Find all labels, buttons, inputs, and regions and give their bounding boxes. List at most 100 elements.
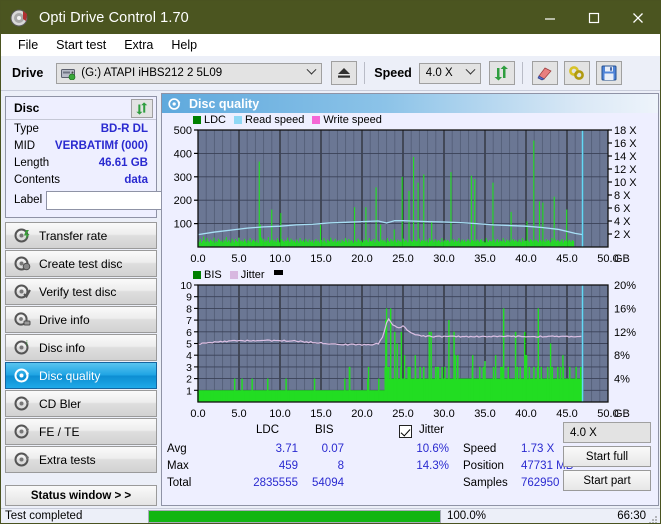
disc-contents-key: Contents [14,173,61,186]
disc-refresh-button[interactable] [131,98,153,118]
disc-test-icon [14,227,31,244]
sidebar-nav: Transfer rate Create test disc Verify te… [5,222,157,474]
bis-total-value: 54094 [312,477,344,489]
svg-text:20.0: 20.0 [351,408,372,420]
legend-swatch-jitter [229,271,238,279]
progress-bar [148,509,441,523]
sidebar-item-label: Extra tests [39,452,96,467]
sidebar-item-disc-quality[interactable]: Disc quality [5,362,157,389]
speed-stat-label: Speed [463,443,497,455]
svg-text:6 X: 6 X [614,203,631,215]
speed-select[interactable]: 4.0 X [418,62,481,84]
start-full-button[interactable]: Start full [563,446,651,467]
svg-text:3: 3 [186,362,192,374]
sidebar-item-verify-test-disc[interactable]: Verify test disc [5,278,157,305]
statistics-area: LDC BIS Avg Max Total 3.71 459 2835555 0… [163,422,657,491]
ldc-total-value: 2835555 [253,477,298,489]
sidebar-item-create-test-disc[interactable]: Create test disc [5,250,157,277]
progress-percent: 100.0% [447,510,487,522]
speed-label: Speed [374,66,412,80]
disc-panel-header: Disc [6,97,156,120]
window-title: Opti Drive Control 1.70 [39,9,189,26]
sidebar-item-label: FE / TE [39,424,80,439]
panel-title: Disc quality [189,96,260,111]
sidebar-item-extra-tests[interactable]: Extra tests [5,446,157,473]
disc-test-icon [14,283,31,300]
disc-test-icon [14,255,31,272]
disc-quality-panel: Disc quality LDC Read speed Write speed … [161,93,659,506]
legend-swatch-read-speed [234,116,243,124]
ldc-chart[interactable]: LDC Read speed Write speed 100 200 300 400 5… [162,113,658,268]
disc-row-contents: Contents data [6,171,156,188]
sidebar-item-cd-bler[interactable]: CD Bler [5,390,157,417]
legend-label-write-speed: Write speed [323,114,382,126]
position-stat-label: Position [463,460,504,472]
minimize-button[interactable] [528,1,572,34]
disc-type-value: BD-R DL [100,122,148,135]
resize-grip[interactable] [648,512,658,523]
sidebar-item-drive-info[interactable]: Drive info [5,306,157,333]
svg-text:2: 2 [186,374,192,386]
svg-text:400: 400 [174,148,192,160]
status-window-button[interactable]: Status window > > [5,485,157,506]
svg-text:500: 500 [174,125,192,137]
disc-test-icon [14,423,31,440]
test-speed-select[interactable]: 4.0 X [563,422,651,443]
menu-file[interactable]: File [9,36,47,54]
svg-text:10 X: 10 X [614,177,637,189]
menu-help[interactable]: Help [162,36,206,54]
menu-extra[interactable]: Extra [115,36,162,54]
title-bar: Opti Drive Control 1.70 [1,1,660,34]
erase-button[interactable] [531,61,558,85]
disc-test-icon [14,395,31,412]
status-bar: Test completed 100.0% 66:30 [1,508,660,523]
svg-text:15.0: 15.0 [310,253,331,265]
eject-button[interactable] [331,61,358,85]
sidebar-item-disc-info[interactable]: i Disc info [5,334,157,361]
disc-mid-key: MID [14,139,36,152]
svg-text:2 X: 2 X [614,229,631,241]
disc-test-icon: i [14,339,31,356]
jitter-checkbox[interactable] [399,425,412,438]
refresh-button[interactable] [488,61,515,85]
app-window: Opti Drive Control 1.70 File Start test … [0,0,661,524]
disc-mid-value: VERBATIMf (000) [54,139,148,152]
bis-max-value: 8 [337,460,344,472]
disc-row-mid: MID VERBATIMf (000) [6,137,156,154]
sidebar-item-label: Disc quality [39,368,101,383]
disc-length-key: Length [14,156,50,169]
svg-text:8: 8 [186,303,192,315]
svg-text:5: 5 [186,339,192,351]
sidebar-item-transfer-rate[interactable]: Transfer rate [5,222,157,249]
sidebar-item-label: Verify test disc [39,284,117,299]
legend-label-read-speed: Read speed [245,114,305,126]
bis-jitter-chart[interactable]: BIS Jitter 1 2 3 4 5 6 7 8 9 10 4% 8% 12% 16% 20% 0.0 5.… [162,268,658,423]
disc-row-length: Length 46.61 GB [6,154,156,171]
sidebar-item-label: CD Bler [39,396,82,411]
menu-start-test[interactable]: Start test [47,36,115,54]
svg-text:16 X: 16 X [614,138,637,150]
svg-text:100: 100 [174,219,192,231]
tools-button[interactable] [563,61,590,85]
disc-length-value: 46.61 GB [98,156,148,169]
maximize-button[interactable] [572,1,616,34]
disc-info-panel: Disc Type BD-R DL MID VERBATIMf (000) Le… [5,96,251,218]
svg-text:10.0: 10.0 [269,253,290,265]
sidebar-item-fe-te[interactable]: FE / TE [5,418,157,445]
row-header-avg: Avg [167,443,187,455]
legend-label-bis: BIS [204,269,222,281]
samples-stat-value: 762950 [521,477,560,489]
toolbar-separator-1 [364,62,366,84]
drive-select[interactable]: (G:) ATAPI iHBS212 2 5L09 [56,62,323,84]
svg-text:45.0: 45.0 [556,408,577,420]
toolbar-separator-2 [521,62,523,84]
save-button[interactable] [595,61,622,85]
svg-text:200: 200 [174,195,192,207]
start-part-button[interactable]: Start part [563,470,651,491]
disc-type-key: Type [14,122,39,135]
close-button[interactable] [616,1,660,34]
legend-swatch-bis [193,271,201,279]
svg-text:5.0: 5.0 [231,253,246,265]
svg-text:14 X: 14 X [614,151,637,163]
sidebar-item-label: Create test disc [39,256,123,271]
